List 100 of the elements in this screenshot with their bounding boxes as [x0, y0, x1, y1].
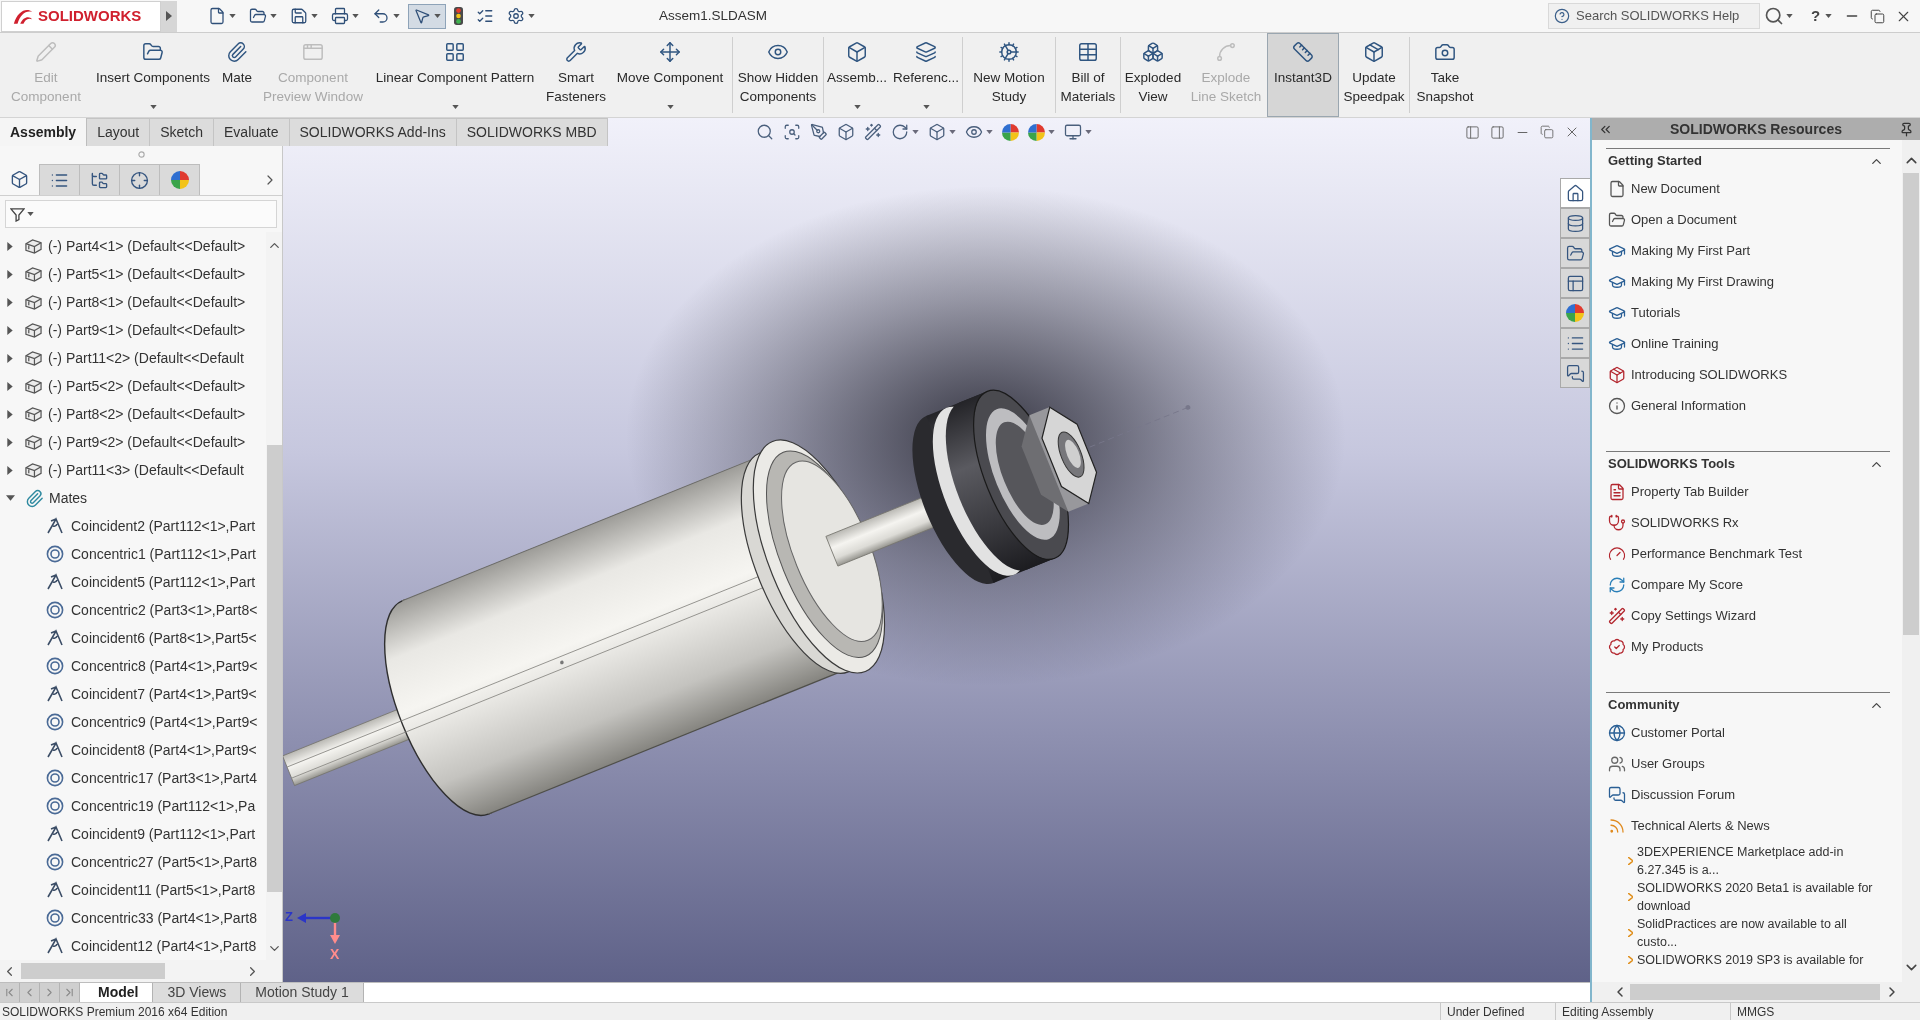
- eye-icon[interactable]: [964, 123, 983, 141]
- tree-item[interactable]: Concentric9 (Part4<1>,Part9<: [0, 708, 258, 736]
- caret-right-icon[interactable]: [7, 465, 13, 475]
- command-tab[interactable]: Sketch: [150, 118, 214, 146]
- scan-search-icon[interactable]: [782, 123, 801, 141]
- pen-icon[interactable]: [809, 123, 828, 141]
- manager-tab[interactable]: [160, 164, 200, 195]
- command-button[interactable]: Bill of Materials: [1056, 33, 1120, 117]
- resource-link[interactable]: Customer Portal: [1606, 717, 1725, 748]
- resource-link[interactable]: Introducing SOLIDWORKS: [1606, 359, 1788, 390]
- tree-item[interactable]: Concentric17 (Part3<1>,Part4: [0, 764, 257, 792]
- resource-link[interactable]: Property Tab Builder: [1606, 476, 1749, 507]
- tree-item[interactable]: (-) Part8<2> (Default<<Default>: [0, 400, 246, 428]
- tree-item[interactable]: Concentric27 (Part5<1>,Part8: [0, 848, 257, 876]
- command-button[interactable]: Exploded View: [1121, 33, 1185, 117]
- news-link[interactable]: SolidPractices are now available to all custo...: [1606, 915, 1882, 951]
- rotate-icon[interactable]: [890, 123, 909, 141]
- task-pane-tab[interactable]: [1560, 208, 1590, 238]
- filter-field[interactable]: [5, 200, 277, 228]
- tree-item[interactable]: (-) Part4<1> (Default<<Default>: [0, 232, 246, 260]
- tree-item[interactable]: Coincident11 (Part5<1>,Part8: [0, 876, 256, 904]
- tree-item[interactable]: Coincident7 (Part4<1>,Part9<: [0, 680, 257, 708]
- resource-link[interactable]: User Groups: [1606, 748, 1705, 779]
- tree-item[interactable]: Coincident8 (Part4<1>,Part9<: [0, 736, 257, 764]
- caret-right-icon[interactable]: [7, 269, 13, 279]
- command-button[interactable]: New Motion Study: [963, 33, 1055, 117]
- command-button[interactable]: Smart Fasteners: [544, 33, 608, 117]
- monitor-icon[interactable]: [1063, 123, 1082, 141]
- tree-item[interactable]: (-) Part5<2> (Default<<Default>: [0, 372, 246, 400]
- news-link[interactable]: SOLIDWORKS 2019 SP3 is available for: [1606, 951, 1864, 969]
- command-button[interactable]: Take Snapshot: [1410, 33, 1480, 117]
- scrollbar-thumb[interactable]: [21, 963, 165, 979]
- tree-item[interactable]: (-) Part11<3> (Default<<Default: [0, 456, 244, 484]
- command-tab[interactable]: Assembly: [0, 118, 88, 146]
- tree-item[interactable]: Mates: [0, 484, 88, 512]
- tree-item[interactable]: Coincident12 (Part4<1>,Part8: [0, 932, 257, 960]
- command-button[interactable]: Move Component: [608, 33, 732, 117]
- color-wheel-icon[interactable]: [1027, 123, 1045, 141]
- panel-left-icon[interactable]: [1465, 124, 1480, 140]
- command-button[interactable]: Linear Component Pattern: [366, 33, 544, 117]
- task-pane-tab[interactable]: [1560, 238, 1590, 268]
- restore-icon[interactable]: [1870, 8, 1886, 24]
- task-pane-tab[interactable]: [1560, 328, 1590, 358]
- menu-expand-button[interactable]: [161, 0, 177, 32]
- task-pane-tab[interactable]: [1560, 178, 1590, 208]
- tree-item[interactable]: Concentric19 (Part112<1>,Pa: [0, 792, 256, 820]
- scrollbar-thumb[interactable]: [266, 445, 282, 892]
- cube-icon[interactable]: [836, 123, 855, 141]
- task-pane-tab[interactable]: [1560, 268, 1590, 298]
- resource-link[interactable]: My Products: [1606, 631, 1704, 662]
- tree-item[interactable]: Coincident9 (Part112<1>,Part: [0, 820, 256, 848]
- resource-link[interactable]: Open a Document: [1606, 204, 1737, 235]
- model-tab[interactable]: 3D Views: [153, 983, 242, 1002]
- scrollbar-thumb[interactable]: [1630, 984, 1880, 1000]
- caret-right-icon[interactable]: [7, 325, 13, 335]
- command-tab[interactable]: SOLIDWORKS MBD: [456, 118, 608, 146]
- manager-tab[interactable]: [80, 164, 120, 195]
- tree-item[interactable]: (-) Part11<2> (Default<<Default: [0, 344, 244, 372]
- help-menu-button[interactable]: ?: [1809, 3, 1835, 29]
- manager-tab[interactable]: [40, 164, 80, 195]
- resource-link[interactable]: Discussion Forum: [1606, 779, 1736, 810]
- horizontal-scrollbar[interactable]: [1592, 982, 1920, 1002]
- panel-right-icon[interactable]: [1490, 124, 1505, 140]
- caret-right-icon[interactable]: [7, 437, 13, 447]
- wand-icon[interactable]: [863, 123, 882, 141]
- search-icon[interactable]: [755, 123, 774, 141]
- news-link[interactable]: SOLIDWORKS 2020 Beta1 is available for download: [1606, 879, 1882, 915]
- caret-right-icon[interactable]: [7, 241, 13, 251]
- caret-right-icon[interactable]: [7, 409, 13, 419]
- command-button[interactable]: Assemb...: [824, 33, 890, 117]
- task-pane-tab[interactable]: [1560, 298, 1590, 328]
- caret-down-icon[interactable]: [6, 495, 15, 501]
- horizontal-scrollbar[interactable]: [0, 960, 282, 982]
- color-wheel-icon[interactable]: [1001, 123, 1019, 141]
- cube-icon[interactable]: [927, 123, 946, 141]
- command-button[interactable]: Referenc...: [890, 33, 962, 117]
- tree-item[interactable]: (-) Part9<2> (Default<<Default>: [0, 428, 246, 456]
- resource-link[interactable]: Online Training: [1606, 328, 1719, 359]
- command-button[interactable]: Mate: [214, 33, 260, 117]
- tree-item[interactable]: (-) Part8<1> (Default<<Default>: [0, 288, 246, 316]
- command-button[interactable]: Insert Components: [92, 33, 214, 117]
- tree-item[interactable]: (-) Part5<1> (Default<<Default>: [0, 260, 246, 288]
- tree-item[interactable]: Concentric8 (Part4<1>,Part9<: [0, 652, 258, 680]
- tree-item[interactable]: Concentric33 (Part4<1>,Part8: [0, 904, 257, 932]
- scrollbar-thumb[interactable]: [1903, 173, 1919, 635]
- vertical-scrollbar[interactable]: [1902, 140, 1920, 982]
- command-button[interactable]: Show Hidden Components: [733, 33, 823, 117]
- resource-link[interactable]: New Document: [1606, 173, 1720, 204]
- resource-link[interactable]: Compare My Score: [1606, 569, 1743, 600]
- command-button[interactable]: Update Speedpak: [1339, 33, 1409, 117]
- manager-tab[interactable]: [120, 164, 160, 195]
- caret-right-icon[interactable]: [7, 297, 13, 307]
- command-tab[interactable]: Layout: [87, 118, 151, 146]
- command-tab[interactable]: SOLIDWORKS Add-Ins: [289, 118, 457, 146]
- tree-item[interactable]: Concentric1 (Part112<1>,Part: [0, 540, 256, 568]
- tree-item[interactable]: (-) Part9<1> (Default<<Default>: [0, 316, 246, 344]
- vertical-scrollbar[interactable]: [266, 232, 282, 960]
- task-pane-tab[interactable]: [1560, 358, 1590, 388]
- command-tab[interactable]: Evaluate: [214, 118, 290, 146]
- resource-link[interactable]: Making My First Drawing: [1606, 266, 1775, 297]
